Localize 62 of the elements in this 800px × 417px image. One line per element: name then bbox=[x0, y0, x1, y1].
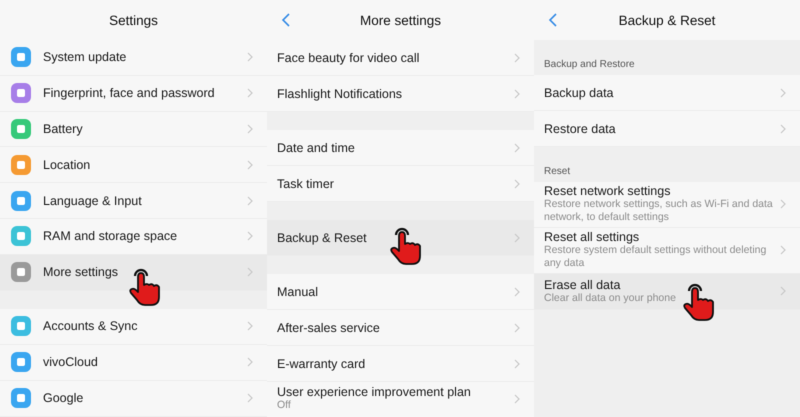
item-label: System update bbox=[43, 50, 128, 64]
item-label: Accounts & Sync bbox=[43, 319, 138, 334]
chevron-icon bbox=[514, 286, 520, 296]
item-label: Face beauty for video call bbox=[277, 50, 420, 64]
chevron-icon bbox=[514, 322, 520, 332]
item-label: Google bbox=[43, 391, 84, 406]
item-description: Restore system default settings without deleting any data bbox=[544, 244, 768, 270]
chevron-icon bbox=[514, 142, 520, 152]
chevron-icon bbox=[514, 88, 520, 98]
item-label: E-warranty card bbox=[277, 356, 366, 370]
item-label: Backup & Reset bbox=[277, 230, 368, 244]
item-label: Task timer bbox=[277, 176, 335, 190]
item-label: Manual bbox=[277, 284, 319, 298]
item-label: After-sales service bbox=[277, 320, 381, 334]
item-label: RAM and storage space bbox=[43, 229, 178, 244]
screen-title: Backup & Reset bbox=[618, 12, 716, 28]
settings-item[interactable]: vivoCloud bbox=[0, 344, 267, 381]
chevron-icon bbox=[780, 244, 786, 255]
chevron-icon bbox=[514, 358, 520, 368]
chevron-icon bbox=[780, 286, 786, 296]
item-label: vivoCloud bbox=[43, 355, 99, 370]
item-label: Fingerprint, face and password bbox=[43, 86, 216, 100]
item-label: Flashlight Notifications bbox=[277, 86, 404, 100]
item-label: Language & Input bbox=[43, 194, 143, 208]
item-label: Backup data bbox=[544, 86, 614, 100]
item-description: Restore network settings, such as Wi-Fi and data network, to default settings bbox=[544, 198, 774, 224]
item-label: Restore data bbox=[544, 122, 617, 136]
settings-item[interactable]: Battery bbox=[0, 112, 267, 148]
back-icon[interactable] bbox=[281, 13, 290, 27]
chevron-icon bbox=[247, 393, 253, 404]
settings-item[interactable]: Google bbox=[0, 380, 267, 417]
item-label: User experience improvement plan bbox=[277, 385, 472, 400]
chevron-icon bbox=[247, 357, 253, 368]
chevron-icon bbox=[247, 160, 253, 170]
item-label: Location bbox=[43, 158, 92, 172]
section-header: Reset bbox=[544, 166, 570, 177]
chevron-icon bbox=[514, 52, 520, 62]
chevron-icon bbox=[514, 394, 520, 404]
chevron-icon bbox=[780, 198, 786, 209]
chevron-icon bbox=[247, 124, 253, 134]
chevron-icon bbox=[780, 88, 786, 98]
screen-title: Settings bbox=[109, 12, 158, 28]
item-label: Date and time bbox=[277, 140, 356, 154]
item-label: More settings bbox=[43, 265, 120, 280]
chevron-icon bbox=[247, 231, 253, 242]
back-icon[interactable] bbox=[548, 13, 557, 27]
chevron-icon bbox=[780, 124, 786, 134]
section-header: Backup and Restore bbox=[544, 59, 635, 70]
screen-title: More settings bbox=[360, 12, 442, 28]
chevron-icon bbox=[247, 52, 253, 62]
chevron-icon bbox=[247, 196, 253, 206]
chevron-icon bbox=[247, 88, 253, 98]
item-description: Off bbox=[277, 399, 292, 412]
item-label: Erase all data bbox=[544, 278, 622, 292]
item-label: Reset all settings bbox=[544, 230, 640, 244]
item-description: Clear all data on your phone bbox=[544, 292, 677, 304]
chevron-icon bbox=[514, 232, 520, 242]
item-label: Reset network settings bbox=[544, 184, 672, 198]
item-label: Battery bbox=[43, 122, 84, 136]
chevron-icon bbox=[247, 267, 253, 278]
chevron-icon bbox=[247, 321, 253, 332]
chevron-icon bbox=[514, 178, 520, 188]
